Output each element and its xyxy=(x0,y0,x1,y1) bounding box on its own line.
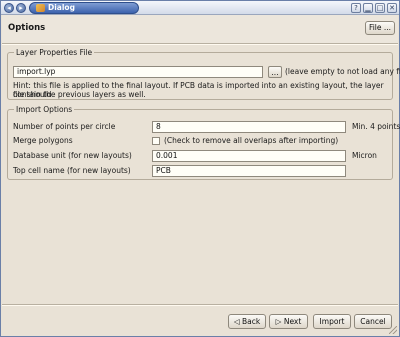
back-arrow-icon: ◁ xyxy=(233,317,240,326)
merge-polygons-hint: (Check to remove all overlaps after impo… xyxy=(164,136,339,145)
resize-grip-icon[interactable] xyxy=(389,326,397,334)
title-bar: ◂ ▸ Dialog ? ▁ □ ✕ xyxy=(1,1,399,15)
merge-polygons-label: Merge polygons xyxy=(13,136,73,145)
database-unit-suffix: Micron xyxy=(352,151,377,160)
top-cell-input[interactable]: PCB xyxy=(152,165,346,177)
window-menu-icon[interactable]: ◂ xyxy=(4,3,14,13)
file-menu-button[interactable]: File ... xyxy=(365,21,395,35)
next-button[interactable]: ▷ Next xyxy=(269,314,308,329)
window-title: Dialog xyxy=(48,3,75,12)
points-per-circle-input[interactable]: 8 xyxy=(152,121,346,133)
next-arrow-icon: ▷ xyxy=(275,317,282,326)
browse-button[interactable]: ... xyxy=(268,66,282,78)
layer-properties-title: Layer Properties File xyxy=(14,48,95,57)
footer-divider-highlight xyxy=(2,305,398,306)
dialog-header: Options File ... xyxy=(2,15,398,43)
header-divider-highlight xyxy=(2,44,398,45)
back-button[interactable]: ◁ Back xyxy=(228,314,266,329)
merge-polygons-checkbox[interactable] xyxy=(152,137,160,145)
cancel-button[interactable]: Cancel xyxy=(354,314,392,329)
close-icon[interactable]: ✕ xyxy=(387,3,397,13)
next-button-label: Next xyxy=(283,317,302,326)
layer-properties-group: Layer Properties File import.lyp ... (le… xyxy=(7,48,400,100)
import-options-group: Import Options Number of points per circ… xyxy=(7,105,400,180)
layer-file-hint: (leave empty to not load any file) xyxy=(285,67,400,76)
app-icon xyxy=(36,4,45,12)
database-unit-input[interactable]: 0.001 xyxy=(152,150,346,162)
minimize-icon[interactable]: ▁ xyxy=(363,3,373,13)
points-label: Number of points per circle xyxy=(13,122,116,131)
dialog-window: ◂ ▸ Dialog ? ▁ □ ✕ Options File ... Laye… xyxy=(0,0,400,337)
import-button[interactable]: Import xyxy=(313,314,351,329)
page-title: Options xyxy=(8,23,46,33)
points-suffix: Min. 4 points xyxy=(352,122,400,131)
layer-hint-line2: contain the previous layers as well. xyxy=(13,90,146,99)
back-button-label: Back xyxy=(241,317,261,326)
top-cell-label: Top cell name (for new layouts) xyxy=(13,166,131,175)
database-unit-label: Database unit (for new layouts) xyxy=(13,151,132,160)
help-icon[interactable]: ? xyxy=(351,3,361,13)
layer-file-input[interactable]: import.lyp xyxy=(13,66,263,78)
window-title-pill: Dialog xyxy=(29,2,139,14)
import-options-title: Import Options xyxy=(14,105,75,114)
window-sticky-icon[interactable]: ▸ xyxy=(16,3,26,13)
maximize-icon[interactable]: □ xyxy=(375,3,385,13)
